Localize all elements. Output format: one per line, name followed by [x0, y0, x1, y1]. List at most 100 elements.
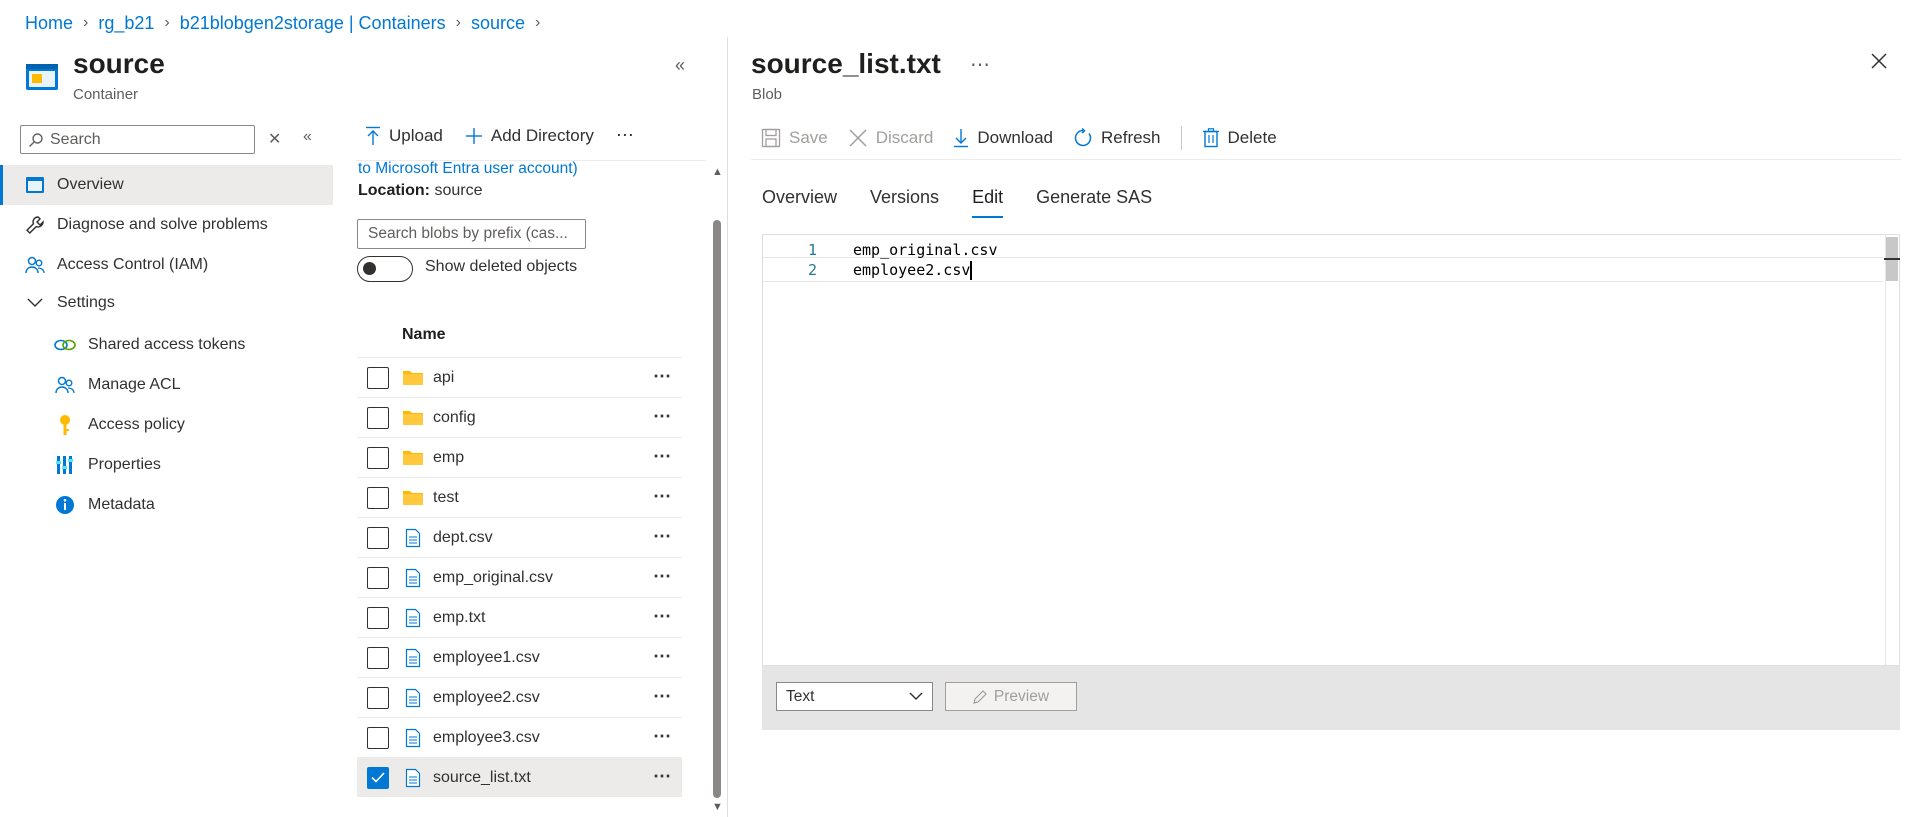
nav-item-metadata[interactable]: Metadata	[0, 485, 333, 525]
table-row[interactable]: emp_original.csv ⋯	[357, 557, 682, 597]
row-name[interactable]: emp	[433, 449, 464, 467]
upload-icon	[366, 126, 380, 145]
content-type-select[interactable]: Text	[776, 682, 933, 711]
row-more-icon[interactable]: ⋯	[653, 566, 672, 587]
tab-generate-sas[interactable]: Generate SAS	[1036, 187, 1152, 218]
editor-scrollbar[interactable]	[1885, 235, 1899, 665]
show-deleted-label: Show deleted objects	[425, 258, 578, 275]
add-directory-button[interactable]: Add Directory	[465, 126, 594, 146]
collapse-blade-icon[interactable]: «	[675, 55, 685, 76]
switch-auth-link[interactable]: to Microsoft Entra user account)	[358, 160, 578, 178]
row-more-icon[interactable]: ⋯	[653, 406, 672, 427]
blob-prefix-search-input[interactable]: Search blobs by prefix (cas...	[357, 219, 586, 249]
nav-group-settings[interactable]: Settings	[0, 283, 333, 323]
row-checkbox[interactable]	[367, 686, 389, 709]
nav-item-overview[interactable]: Overview	[0, 165, 333, 205]
row-name[interactable]: emp.txt	[433, 609, 485, 627]
breadcrumb-source[interactable]: source	[471, 13, 525, 34]
scroll-down-icon[interactable]: ▼	[712, 801, 723, 813]
tab-versions[interactable]: Versions	[870, 187, 939, 218]
content-type-value: Text	[786, 687, 815, 705]
row-more-icon[interactable]: ⋯	[653, 366, 672, 387]
row-more-icon[interactable]: ⋯	[653, 766, 672, 787]
location-value: source	[434, 182, 483, 199]
nav-item-diagnose[interactable]: Diagnose and solve problems	[0, 205, 333, 245]
row-more-icon[interactable]: ⋯	[653, 726, 672, 747]
tab-edit[interactable]: Edit	[972, 187, 1004, 218]
row-name[interactable]: dept.csv	[433, 529, 493, 547]
row-name[interactable]: employee2.csv	[433, 689, 540, 707]
key-icon	[54, 414, 76, 436]
info-icon	[54, 494, 76, 516]
table-row[interactable]: config ⋯	[357, 397, 682, 437]
row-checkbox[interactable]	[367, 486, 389, 509]
delete-button[interactable]: Delete	[1202, 128, 1277, 148]
blob-more-icon[interactable]: ⋯	[970, 52, 991, 77]
clear-search-icon[interactable]: ✕	[268, 129, 281, 149]
nav-item-access-policy[interactable]: Access policy	[0, 405, 333, 445]
breadcrumb-home[interactable]: Home	[25, 13, 73, 34]
row-checkbox[interactable]	[367, 766, 389, 789]
row-name[interactable]: test	[433, 489, 459, 507]
column-header-name[interactable]: Name	[402, 326, 446, 344]
code-editor[interactable]	[762, 234, 1900, 666]
breadcrumb-resource-group[interactable]: rg_b21	[98, 13, 154, 34]
table-row[interactable]: employee3.csv ⋯	[357, 717, 682, 757]
preview-button[interactable]: Preview	[945, 682, 1077, 711]
row-more-icon[interactable]: ⋯	[653, 446, 672, 467]
breadcrumb-storage-containers[interactable]: b21blobgen2storage | Containers	[180, 13, 446, 34]
row-more-icon[interactable]: ⋯	[653, 486, 672, 507]
nav-item-label: Manage ACL	[88, 376, 181, 393]
more-actions-button[interactable]: ⋯	[616, 125, 635, 146]
row-checkbox[interactable]	[367, 566, 389, 589]
row-checkbox[interactable]	[367, 446, 389, 469]
pane-divider	[727, 37, 728, 817]
row-name[interactable]: employee3.csv	[433, 729, 540, 747]
table-row[interactable]: emp ⋯	[357, 437, 682, 477]
scroll-up-icon[interactable]: ▲	[712, 166, 723, 178]
table-row[interactable]: test ⋯	[357, 477, 682, 517]
link-icon	[54, 334, 76, 356]
table-row[interactable]: api ⋯	[357, 357, 682, 397]
collapse-menu-icon[interactable]: «	[303, 128, 312, 146]
nav-item-manage-acl[interactable]: Manage ACL	[0, 365, 333, 405]
nav-search-input[interactable]: Search	[20, 125, 255, 154]
show-deleted-toggle[interactable]	[357, 256, 413, 282]
table-row[interactable]: emp.txt ⋯	[357, 597, 682, 637]
row-more-icon[interactable]: ⋯	[653, 606, 672, 627]
add-directory-label: Add Directory	[490, 125, 594, 145]
row-name[interactable]: config	[433, 409, 476, 427]
nav-item-iam[interactable]: Access Control (IAM)	[0, 245, 333, 285]
scrollbar-thumb[interactable]	[713, 220, 721, 798]
file-icon	[402, 648, 424, 668]
upload-button[interactable]: Upload	[365, 126, 443, 146]
line-number: 1	[807, 241, 817, 259]
save-button[interactable]: Save	[761, 128, 828, 148]
row-name[interactable]: emp_original.csv	[433, 569, 553, 587]
row-checkbox[interactable]	[367, 726, 389, 749]
row-name[interactable]: api	[433, 369, 454, 387]
download-button[interactable]: Download	[953, 128, 1053, 148]
table-row[interactable]: employee1.csv ⋯	[357, 637, 682, 677]
close-icon[interactable]	[1870, 52, 1888, 70]
row-more-icon[interactable]: ⋯	[653, 526, 672, 547]
table-row[interactable]: employee2.csv ⋯	[357, 677, 682, 717]
row-name[interactable]: employee1.csv	[433, 649, 540, 667]
ellipsis-icon: ⋯	[615, 125, 635, 145]
row-checkbox[interactable]	[367, 646, 389, 669]
row-checkbox[interactable]	[367, 406, 389, 429]
row-checkbox[interactable]	[367, 366, 389, 389]
row-more-icon[interactable]: ⋯	[653, 646, 672, 667]
table-row[interactable]: source_list.txt ⋯	[357, 757, 682, 797]
row-more-icon[interactable]: ⋯	[653, 686, 672, 707]
table-row[interactable]: dept.csv ⋯	[357, 517, 682, 557]
row-checkbox[interactable]	[367, 606, 389, 629]
row-checkbox[interactable]	[367, 526, 389, 549]
tab-overview[interactable]: Overview	[762, 187, 837, 218]
discard-button[interactable]: Discard	[848, 128, 933, 148]
chevron-right-icon: ›	[83, 14, 89, 31]
row-name[interactable]: source_list.txt	[433, 769, 531, 787]
nav-item-shared-access-tokens[interactable]: Shared access tokens	[0, 325, 333, 365]
refresh-button[interactable]: Refresh	[1073, 128, 1161, 148]
nav-item-properties[interactable]: Properties	[0, 445, 333, 485]
